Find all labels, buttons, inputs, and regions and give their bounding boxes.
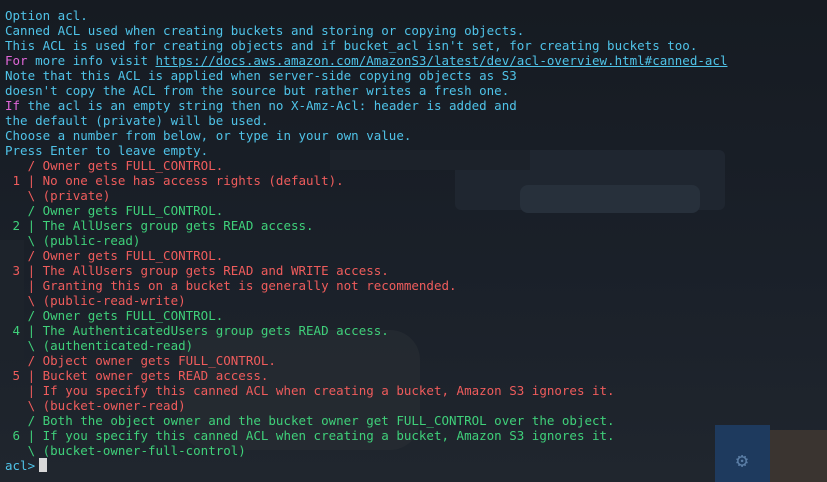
option-line: \ (private) [5,188,111,203]
option-line: 1 | No one else has access rights (defau… [5,173,344,188]
option-description: This ACL is used for creating objects an… [5,38,698,53]
note-line: doesn't copy the ACL from the source but… [5,83,510,98]
option-line: | Granting this on a bucket is generally… [5,278,457,293]
option-line: 6 | If you specify this canned ACL when … [5,428,615,443]
keyword: For [5,53,28,68]
option-line: \ (bucket-owner-full-control) [5,443,246,458]
acl-option-6: / Both the object owner and the bucket o… [5,413,825,458]
option-line: / Owner gets FULL_CONTROL. [5,308,224,323]
option-heading: Option acl. [5,8,88,23]
option-line: \ (bucket-owner-read) [5,398,186,413]
instruction-line: Choose a number from below, or type in y… [5,128,412,143]
info-line: For more info visit https://docs.aws.ama… [5,53,825,68]
acl-option-2: / Owner gets FULL_CONTROL. 2 | The AllUs… [5,203,825,248]
option-line: / Owner gets FULL_CONTROL. [5,248,224,263]
option-line: / Object owner gets FULL_CONTROL. [5,353,276,368]
option-line: \ (public-read) [5,233,141,248]
option-line: 4 | The AuthenticatedUsers group gets RE… [5,323,389,338]
note-line: the default (private) will be used. [5,113,269,128]
prompt-line[interactable]: acl> [5,458,825,473]
option-line: | If you specify this canned ACL when cr… [5,383,615,398]
terminal-output: Option acl. Canned ACL used when creatin… [5,8,825,473]
acl-option-5: / Object owner gets FULL_CONTROL. 5 | Bu… [5,353,825,413]
option-description: Canned ACL used when creating buckets an… [5,23,525,38]
acl-option-1: / Owner gets FULL_CONTROL. 1 | No one el… [5,158,825,203]
option-line: / Owner gets FULL_CONTROL. [5,203,224,218]
text-cursor [39,458,48,472]
empty-note-text: the acl is an empty string then no X-Amz… [20,98,517,113]
docs-link[interactable]: https://docs.aws.amazon.com/AmazonS3/lat… [156,53,728,68]
option-line: \ (authenticated-read) [5,338,194,353]
option-line: / Owner gets FULL_CONTROL. [5,158,224,173]
option-line: \ (public-read-write) [5,293,186,308]
option-list: / Owner gets FULL_CONTROL. 1 | No one el… [5,158,825,458]
option-line: / Both the object owner and the bucket o… [5,413,615,428]
acl-option-3: / Owner gets FULL_CONTROL. 3 | The AllUs… [5,248,825,308]
keyword: If [5,98,21,113]
option-line: 3 | The AllUsers group gets READ and WRI… [5,263,389,278]
info-text: more info visit [27,53,156,68]
empty-note-line: If the acl is an empty string then no X-… [5,98,825,113]
option-line: 5 | Bucket owner gets READ access. [5,368,269,383]
note-line: Note that this ACL is applied when serve… [5,68,517,83]
option-line: 2 | The AllUsers group gets READ access. [5,218,314,233]
prompt-label: acl> [5,458,36,473]
instruction-line: Press Enter to leave empty. [5,143,209,158]
acl-option-4: / Owner gets FULL_CONTROL. 4 | The Authe… [5,308,825,353]
